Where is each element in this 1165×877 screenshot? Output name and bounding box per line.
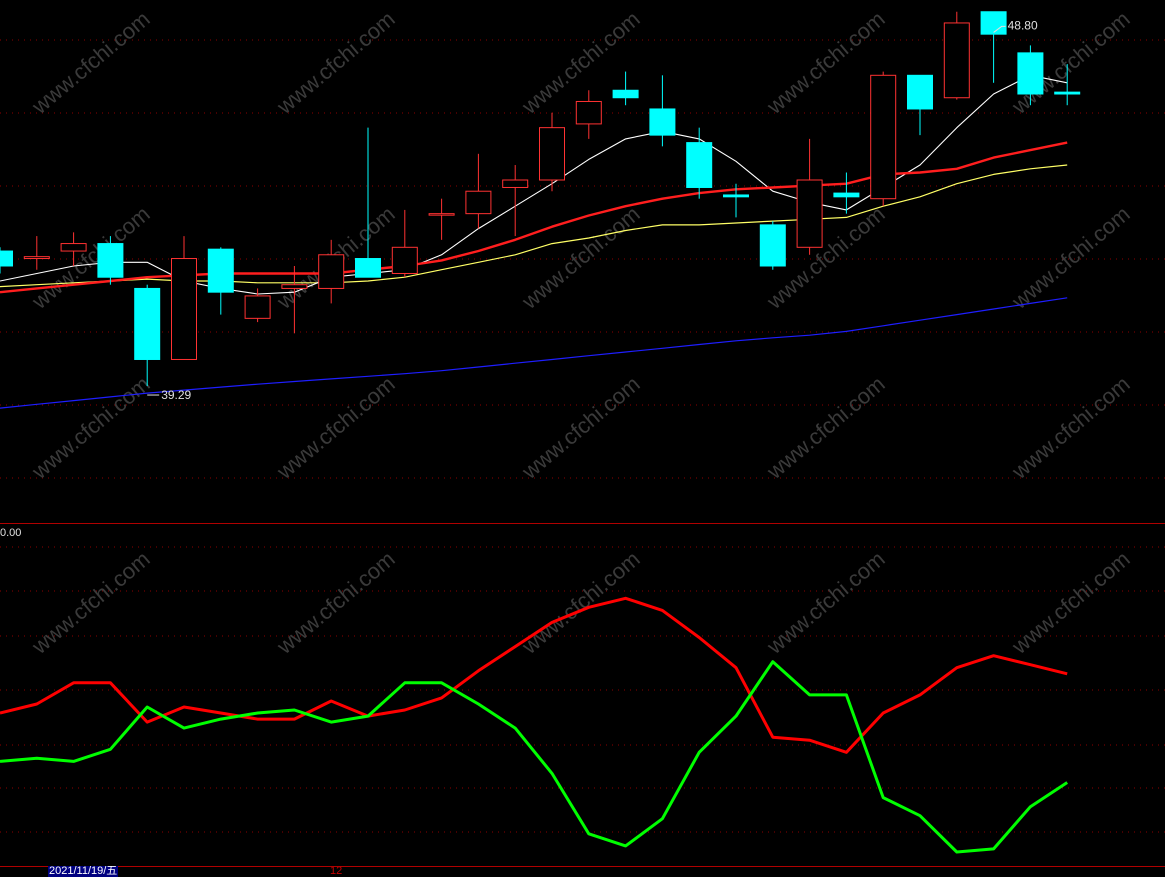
- candle-body-down: [1017, 52, 1044, 95]
- candle-body-up: [502, 179, 529, 188]
- stock-chart: www.cfchi.com www.cfchi.com www.cfchi.com w…: [0, 0, 1165, 877]
- candle-body-up: [281, 284, 308, 289]
- candle-body-up: [23, 256, 50, 260]
- candle-body-down: [980, 11, 1007, 35]
- candle-body-down: [1054, 91, 1081, 95]
- candle-body-up: [870, 74, 897, 200]
- candle-body-down: [355, 258, 381, 278]
- candle-body-up: [428, 213, 455, 216]
- candle-body-up: [575, 100, 602, 125]
- high-price-label: 48.80: [1008, 18, 1038, 32]
- candle-body-down: [207, 248, 234, 293]
- candle-body-up: [244, 295, 271, 319]
- candle-body-up: [796, 179, 823, 248]
- candle-body-down: [649, 108, 676, 136]
- candle-body-up: [943, 22, 970, 99]
- candle-body-down: [0, 250, 13, 267]
- candle-body-down: [833, 192, 860, 198]
- candle-body-down: [759, 224, 786, 267]
- candle-body-up: [465, 190, 492, 215]
- candle-body-down: [612, 89, 639, 99]
- candle-body-down: [907, 74, 933, 110]
- candle-body-down: [686, 142, 713, 188]
- date-label: 2021/11/19/五: [48, 866, 119, 877]
- candle-body-up: [318, 254, 345, 289]
- candle-body-up: [539, 127, 565, 181]
- candle-body-down: [97, 243, 124, 278]
- candle-body-down: [134, 287, 161, 360]
- candle-body-up: [60, 243, 87, 252]
- mid-mark-label: 12: [330, 866, 343, 877]
- candle-body-down: [723, 194, 749, 198]
- candle-body-up: [391, 246, 418, 274]
- candle-body-up: [171, 258, 197, 360]
- axis-zero-label: 0.00: [0, 527, 21, 539]
- low-price-label: 39.29: [161, 388, 191, 402]
